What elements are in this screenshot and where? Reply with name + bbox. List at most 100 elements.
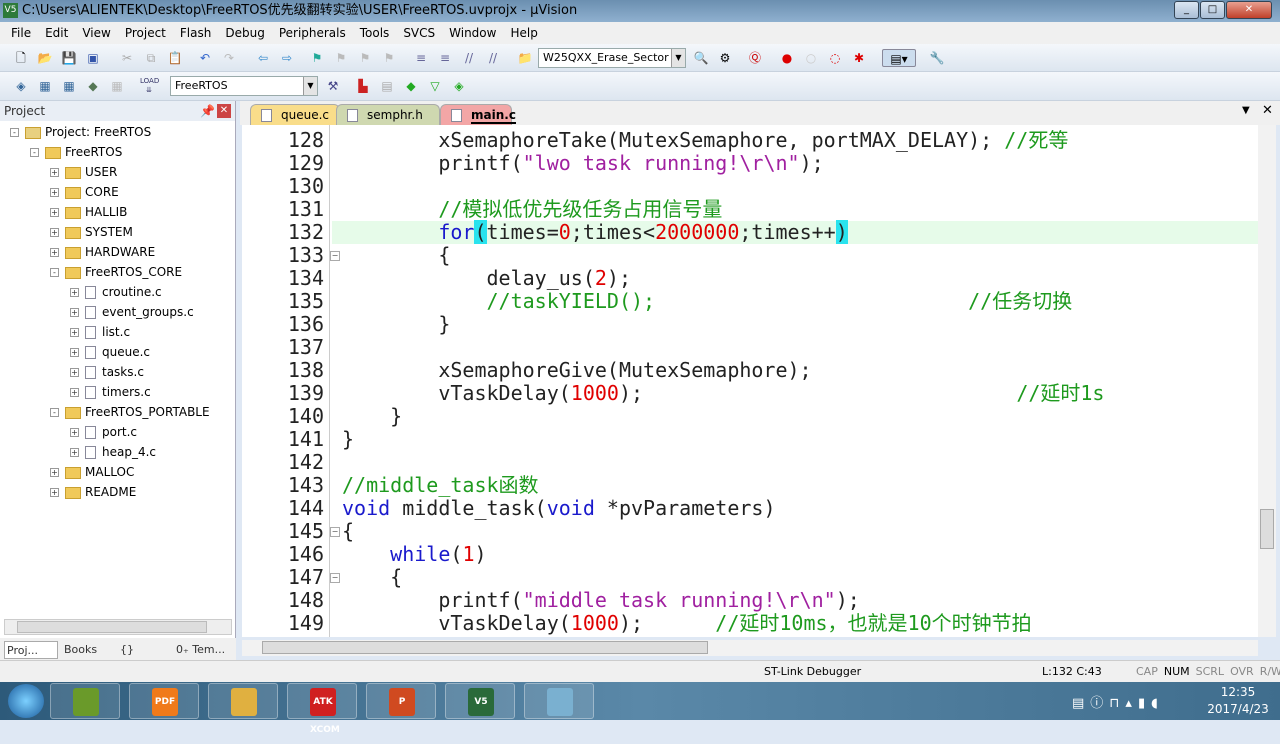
bookmark-icon[interactable]: ⚑: [308, 49, 326, 67]
code-editor[interactable]: 128 129 130 131 132 133 134 135 136 137 138 139 140 1…: [242, 125, 1258, 637]
nav-back-icon[interactable]: ⇦: [254, 49, 272, 67]
collapse-icon[interactable]: -: [30, 148, 39, 157]
debug-session-icon[interactable]: Ⓠ: [746, 49, 764, 67]
comment-icon[interactable]: //: [460, 49, 478, 67]
expand-icon[interactable]: +: [50, 168, 59, 177]
close-panel-icon[interactable]: ✕: [217, 104, 231, 118]
tree-item[interactable]: + list.c: [70, 322, 130, 342]
tree-item[interactable]: + SYSTEM: [50, 222, 133, 242]
tree-item[interactable]: - Project: FreeRTOS: [10, 122, 151, 142]
open-file-icon[interactable]: 📂: [36, 49, 54, 67]
close-file-icon[interactable]: ✕: [1262, 103, 1273, 118]
unindent-icon[interactable]: ≡: [436, 49, 454, 67]
collapse-icon[interactable]: -: [50, 408, 59, 417]
chevron-down-icon[interactable]: ▼: [671, 49, 685, 67]
new-file-icon[interactable]: 🗋: [12, 49, 30, 67]
tab-project[interactable]: Proj...: [4, 641, 58, 659]
expand-icon[interactable]: +: [50, 188, 59, 197]
translate-icon[interactable]: ◈: [12, 77, 30, 95]
menu-svcs[interactable]: SVCS: [396, 26, 442, 40]
tree-item[interactable]: + croutine.c: [70, 282, 162, 302]
tree-item[interactable]: + HARDWARE: [50, 242, 155, 262]
tab-functions[interactable]: {} Func...: [118, 641, 172, 674]
load-download-icon[interactable]: LOAD ⇊: [140, 77, 159, 95]
tree-item[interactable]: + event_groups.c: [70, 302, 194, 322]
copy-icon[interactable]: ⧉: [142, 49, 160, 67]
scroll-thumb[interactable]: [1260, 509, 1274, 549]
save-all-icon[interactable]: ▣: [84, 49, 102, 67]
taskbar-app-notepad++[interactable]: [50, 683, 120, 719]
tree-item[interactable]: + heap_4.c: [70, 442, 156, 462]
tree-item[interactable]: - FreeRTOS_CORE: [50, 262, 182, 282]
editor-vscroll[interactable]: [1258, 125, 1276, 637]
project-hscroll[interactable]: [4, 619, 232, 635]
tabs-dropdown-icon[interactable]: ▼: [1242, 105, 1250, 116]
tree-item[interactable]: + queue.c: [70, 342, 150, 362]
tree-item[interactable]: + timers.c: [70, 382, 151, 402]
manage-project-icon[interactable]: ▤: [378, 77, 396, 95]
expand-icon[interactable]: +: [70, 308, 79, 317]
configure-icon[interactable]: 🔧: [928, 49, 946, 67]
find-combo[interactable]: W25QXX_Erase_Sector ▼: [538, 48, 686, 68]
expand-icon[interactable]: +: [50, 468, 59, 477]
uncomment-icon[interactable]: //: [484, 49, 502, 67]
tray-icons[interactable]: ▤ⓘ⊓▴▮◖: [1072, 692, 1164, 711]
tree-item[interactable]: - FreeRTOS: [30, 142, 122, 162]
expand-icon[interactable]: +: [50, 208, 59, 217]
find-icon[interactable]: 🔍: [692, 49, 710, 67]
close-button[interactable]: ✕: [1226, 1, 1272, 19]
target-options-icon[interactable]: ⚒: [324, 77, 342, 95]
run-time-environment-icon[interactable]: ◈: [450, 77, 468, 95]
taskbar-app-powerpoint[interactable]: P: [366, 683, 436, 719]
clock[interactable]: 12:35 2017/4/23: [1200, 684, 1276, 718]
kill-breakpoints-icon[interactable]: ✱: [850, 49, 868, 67]
breakpoint-icon[interactable]: ●: [778, 49, 796, 67]
disable-breakpoint-icon[interactable]: ○: [802, 49, 820, 67]
taskbar-app-notepad[interactable]: [524, 683, 594, 719]
expand-icon[interactable]: +: [50, 228, 59, 237]
build-icon[interactable]: ▦: [36, 77, 54, 95]
stop-build-icon[interactable]: ▦: [108, 77, 126, 95]
expand-icon[interactable]: +: [70, 448, 79, 457]
collapse-icon[interactable]: -: [50, 268, 59, 277]
manage-components-icon[interactable]: ▙: [354, 77, 372, 95]
collapse-icon[interactable]: -: [10, 128, 19, 137]
prev-bookmark-icon[interactable]: ⚑: [332, 49, 350, 67]
tree-item[interactable]: + USER: [50, 162, 117, 182]
cut-icon[interactable]: ✂: [118, 49, 136, 67]
tree-item[interactable]: + port.c: [70, 422, 137, 442]
menu-flash[interactable]: Flash: [173, 26, 218, 40]
expand-icon[interactable]: +: [50, 488, 59, 497]
clear-bookmarks-icon[interactable]: ⚑: [380, 49, 398, 67]
minimize-button[interactable]: _: [1174, 1, 1199, 19]
menu-file[interactable]: File: [4, 26, 38, 40]
tab-books[interactable]: Books: [62, 641, 116, 659]
tree-item[interactable]: - FreeRTOS_PORTABLE: [50, 402, 210, 422]
tab-semphr-h[interactable]: semphr.h: [336, 104, 440, 125]
tab-templates[interactable]: 0₊ Tem...: [174, 641, 228, 659]
menu-tools[interactable]: Tools: [353, 26, 397, 40]
window-layout-icon[interactable]: ▤▾: [882, 49, 916, 67]
pack-installer-icon[interactable]: ▽: [426, 77, 444, 95]
taskbar-app-explorer[interactable]: [208, 683, 278, 719]
start-button[interactable]: [8, 684, 44, 718]
find-in-files-icon[interactable]: 📁: [516, 49, 534, 67]
expand-icon[interactable]: +: [70, 428, 79, 437]
select-packs-icon[interactable]: ◆: [402, 77, 420, 95]
taskbar-app-keil-uvision[interactable]: V5: [445, 683, 515, 719]
tree-item[interactable]: + HALLIB: [50, 202, 127, 222]
paste-icon[interactable]: 📋: [166, 49, 184, 67]
tree-item[interactable]: + README: [50, 482, 136, 502]
tree-item[interactable]: + tasks.c: [70, 362, 144, 382]
redo-icon[interactable]: ↷: [220, 49, 238, 67]
tab-main-c[interactable]: main.c: [440, 104, 516, 125]
menu-edit[interactable]: Edit: [38, 26, 75, 40]
menu-project[interactable]: Project: [118, 26, 173, 40]
tree-item[interactable]: + CORE: [50, 182, 119, 202]
taskbar-app-foxit-pdf[interactable]: PDF: [129, 683, 199, 719]
fold-toggle-icon[interactable]: −: [330, 527, 340, 537]
undo-icon[interactable]: ↶: [196, 49, 214, 67]
fold-toggle-icon[interactable]: −: [330, 251, 340, 261]
menu-help[interactable]: Help: [503, 26, 544, 40]
expand-icon[interactable]: +: [70, 348, 79, 357]
